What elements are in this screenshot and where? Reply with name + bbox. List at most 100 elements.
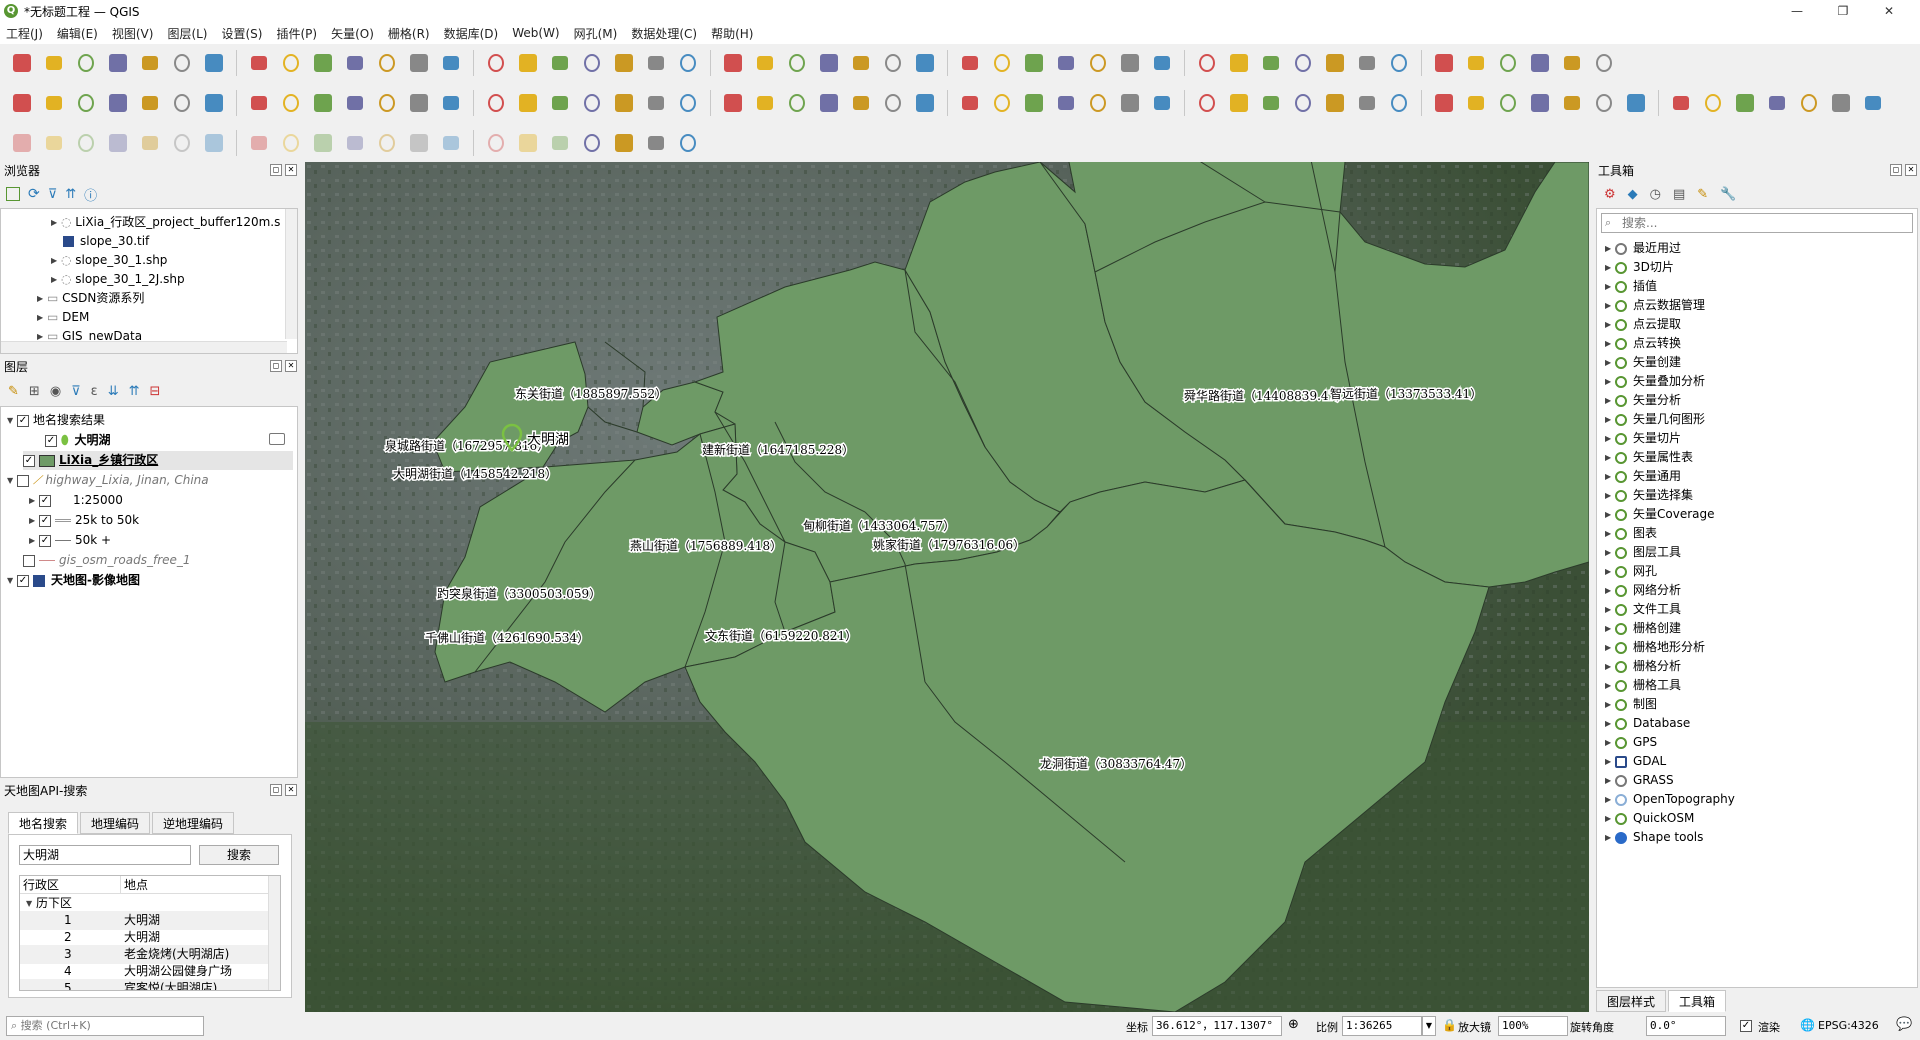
place-search-input[interactable]: 大明湖 — [19, 845, 191, 865]
expand-icon[interactable]: ▶ — [1605, 372, 1615, 391]
editing-tool-icon[interactable] — [911, 89, 939, 117]
collapse-all-icon[interactable]: ⇈ — [129, 384, 140, 399]
toolbox-group[interactable]: ▶ 3D切片 — [1605, 258, 1674, 277]
expand-icon[interactable]: ▶ — [1605, 353, 1615, 372]
remove-layer-icon[interactable]: ⊟ — [150, 384, 161, 399]
map-navigation-tool-icon[interactable] — [200, 49, 228, 77]
toolbox-group[interactable]: ▶ Shape tools — [1605, 828, 1703, 847]
map-navigation-tool-icon[interactable] — [373, 49, 401, 77]
advanced-digitizing-tool-icon[interactable] — [373, 129, 401, 157]
expand-icon[interactable]: ▶ — [1605, 315, 1615, 334]
tab-place-search[interactable]: 地名搜索 — [8, 812, 79, 834]
browser-item[interactable]: ▶ ◌ LiXia_行政区_project_buffer120m.s — [51, 213, 280, 232]
editing-tool-icon[interactable] — [956, 89, 984, 117]
expand-icon[interactable]: ▶ — [1605, 239, 1615, 258]
map-navigation-tool-icon[interactable] — [783, 49, 811, 77]
float-panel-icon[interactable]: ◻ — [270, 164, 282, 176]
map-navigation-tool-icon[interactable] — [40, 49, 68, 77]
eye-icon[interactable]: ◉ — [50, 384, 61, 399]
close-button[interactable]: ✕ — [1866, 0, 1912, 22]
rule-item[interactable]: ▶ ✓ 25k to 50k — [29, 511, 139, 530]
expand-icon[interactable]: ▶ — [1605, 391, 1615, 410]
map-navigation-tool-icon[interactable] — [1430, 49, 1458, 77]
expand-icon[interactable]: ▶ — [1605, 524, 1615, 543]
search-button[interactable]: 搜索 — [199, 845, 279, 865]
menu-plugins[interactable]: 插件(P) — [276, 25, 317, 42]
editing-tool-icon[interactable] — [642, 89, 670, 117]
close-panel-icon[interactable]: ✕ — [285, 784, 297, 796]
toolbox-group[interactable]: ▶ 矢量切片 — [1605, 429, 1681, 448]
map-navigation-tool-icon[interactable] — [1353, 49, 1381, 77]
map-navigation-tool-icon[interactable] — [1052, 49, 1080, 77]
expression-filter-icon[interactable]: ε — [91, 384, 98, 399]
toolbox-group[interactable]: ▶ 矢量分析 — [1605, 391, 1681, 410]
toolbox-group[interactable]: ▶ 栅格分析 — [1605, 657, 1681, 676]
advanced-digitizing-tool-icon[interactable] — [578, 129, 606, 157]
toolbox-group[interactable]: ▶ GRASS — [1605, 771, 1674, 790]
float-panel-icon[interactable]: ◻ — [270, 360, 282, 372]
advanced-digitizing-tool-icon[interactable] — [168, 129, 196, 157]
advanced-digitizing-tool-icon[interactable] — [136, 129, 164, 157]
layer-visibility-checkbox[interactable]: ✓ — [17, 574, 29, 587]
advanced-digitizing-tool-icon[interactable] — [200, 129, 228, 157]
scale-field[interactable]: 1:36265 — [1342, 1016, 1422, 1036]
filter-legend-icon[interactable]: ⊽ — [71, 384, 81, 399]
editing-tool-icon[interactable] — [245, 89, 273, 117]
rule-item[interactable]: ▶ ✓ 1:25000 — [29, 491, 123, 510]
layer-visibility-checkbox[interactable]: ✓ — [45, 434, 57, 447]
expand-icon[interactable]: ▶ — [1605, 771, 1615, 790]
editing-tool-icon[interactable] — [1385, 89, 1413, 117]
toolbox-group[interactable]: ▶ QuickOSM — [1605, 809, 1694, 828]
expand-icon[interactable]: ▶ — [1605, 429, 1615, 448]
editing-tool-icon[interactable] — [1257, 89, 1285, 117]
expand-icon[interactable]: ▶ — [1605, 828, 1615, 847]
expand-icon[interactable]: ▶ — [1605, 809, 1615, 828]
browser-item[interactable]: ▶ ◌ slope_30_1_2J.shp — [51, 270, 185, 289]
toolbox-search-input[interactable]: 搜索... — [1601, 213, 1913, 233]
toolbox-group[interactable]: ▶ GDAL — [1605, 752, 1666, 771]
layer-visibility-checkbox[interactable]: ✓ — [23, 454, 35, 467]
toolbox-group[interactable]: ▶ 网络分析 — [1605, 581, 1681, 600]
history-icon[interactable]: ◷ — [1650, 187, 1661, 202]
lock-scale-icon[interactable]: 🔒 — [1442, 1018, 1457, 1032]
magnifier-field[interactable]: 100% — [1498, 1016, 1568, 1036]
float-panel-icon[interactable]: ◻ — [270, 784, 282, 796]
tab-geocode[interactable]: 地理编码 — [80, 812, 151, 834]
layer-lixia-townships[interactable]: ✓ LiXia_乡镇行政区 — [23, 451, 293, 470]
expand-icon[interactable]: ▶ — [1605, 619, 1615, 638]
menu-layer[interactable]: 图层(L) — [167, 25, 207, 42]
models-icon[interactable]: ⚙ — [1604, 187, 1616, 202]
edit-features-icon[interactable]: ✎ — [1697, 187, 1708, 202]
menu-mesh[interactable]: 网孔(M) — [574, 25, 618, 42]
menu-view[interactable]: 视图(V) — [112, 25, 154, 42]
advanced-digitizing-tool-icon[interactable] — [277, 129, 305, 157]
rule-checkbox[interactable]: ✓ — [39, 514, 51, 527]
browser-hscrollbar[interactable] — [1, 341, 287, 353]
extents-toggle-icon[interactable]: ⊕ — [1288, 1017, 1299, 1032]
filter-icon[interactable]: ⊽ — [48, 187, 58, 202]
expand-icon[interactable]: ▶ — [1605, 752, 1615, 771]
layer-highway[interactable]: ▼ ⟋ highway_Lixia, Jinan, China — [7, 471, 209, 490]
toolbox-group[interactable]: ▶ 图表 — [1605, 524, 1657, 543]
toolbox-group[interactable]: ▶ 插值 — [1605, 277, 1657, 296]
editing-tool-icon[interactable] — [514, 89, 542, 117]
expand-icon[interactable]: ▶ — [1605, 410, 1615, 429]
toolbox-group[interactable]: ▶ 点云提取 — [1605, 315, 1681, 334]
expand-icon[interactable]: ▶ — [1605, 467, 1615, 486]
editing-tool-icon[interactable] — [1321, 89, 1349, 117]
editing-tool-icon[interactable] — [482, 89, 510, 117]
advanced-digitizing-tool-icon[interactable] — [642, 129, 670, 157]
menu-help[interactable]: 帮助(H) — [711, 25, 753, 42]
map-navigation-tool-icon[interactable] — [674, 49, 702, 77]
results-scrollbar[interactable] — [268, 876, 280, 990]
editing-tool-icon[interactable] — [1859, 89, 1887, 117]
toolbox-group[interactable]: ▶ 最近用过 — [1605, 239, 1681, 258]
toolbox-group[interactable]: ▶ Database — [1605, 714, 1690, 733]
expand-icon[interactable]: ▶ — [1605, 657, 1615, 676]
menu-project[interactable]: 工程(J) — [6, 25, 43, 42]
editing-tool-icon[interactable] — [373, 89, 401, 117]
expand-icon[interactable]: ▶ — [1605, 733, 1615, 752]
menu-vector[interactable]: 矢量(O) — [331, 25, 374, 42]
map-navigation-tool-icon[interactable] — [309, 49, 337, 77]
map-navigation-tool-icon[interactable] — [1084, 49, 1112, 77]
